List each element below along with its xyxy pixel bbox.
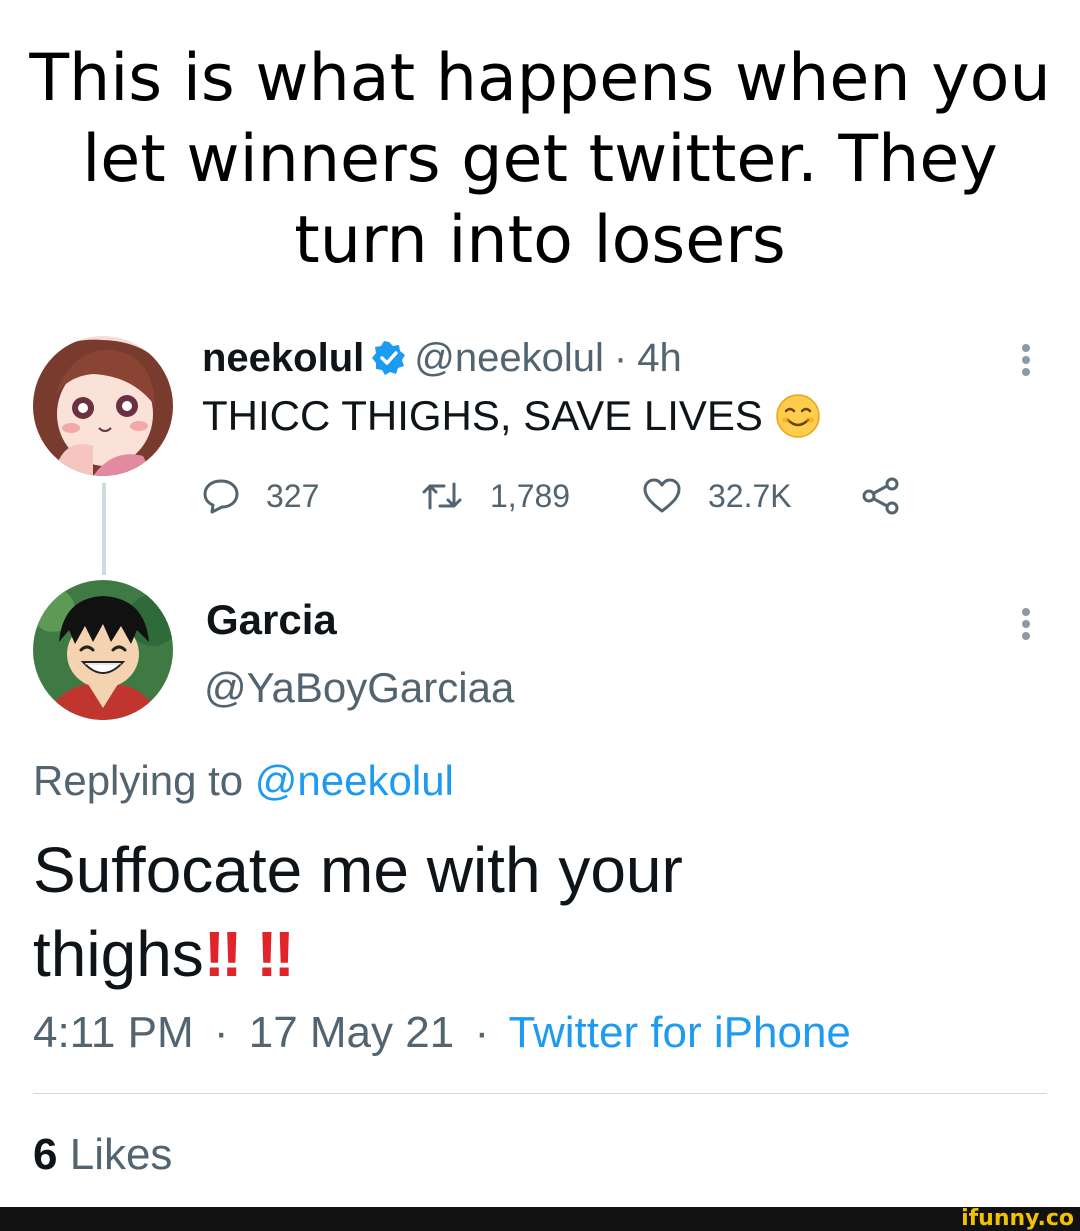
retweet-action[interactable]: 1,789 [420,474,570,518]
heart-icon [643,478,681,513]
tweet1-more-options-icon[interactable] [1020,340,1032,380]
tweet1-time[interactable]: 4h [637,335,682,381]
separator-dot: · [474,1008,490,1057]
share-action[interactable] [860,474,928,518]
like-action[interactable]: 32.7K [642,474,792,518]
tweet2-handle[interactable]: @YaBoyGarciaa [204,664,514,712]
tweet2-display-name[interactable]: Garcia [206,596,337,644]
tweet2-date: 17 May 21 [248,1008,455,1057]
tweet1-action-bar: 327 1,789 32.7K [202,474,922,518]
smiling-face-icon [776,394,820,438]
verified-badge-icon [372,341,406,375]
retweet-icon [422,482,462,510]
ifunny-watermark: ifunny.co [961,1206,1074,1231]
avatar-neekolul[interactable] [33,336,173,476]
replying-to-handle-link[interactable]: @neekolul [255,757,454,804]
reply-count: 327 [266,477,320,514]
avatar-garcia[interactable] [33,580,173,720]
anime-boy-avatar-icon [33,580,173,720]
tweet1-display-name[interactable]: neekolul [202,335,364,381]
tweet2-likes-summary[interactable]: 6 Likes [33,1130,172,1180]
reply-action[interactable]: 327 [202,474,319,518]
tweet1-text-row: THICC THIGHS, SAVE LIVES [202,392,821,440]
separator-dot: · [213,1008,229,1057]
double-exclamation-icon: ‼ ‼ [203,918,295,990]
divider [33,1093,1047,1094]
replying-to-line: Replying to @neekolul [33,757,454,805]
tweet1-text: THICC THIGHS, SAVE LIVES [202,392,763,439]
tweet2-text-block: Suffocate me with your thighs‼ ‼ [33,828,793,996]
tweet1-header: neekolul @neekolul · 4h [202,335,682,381]
retweet-count: 1,789 [490,477,571,514]
separator-dot: · [613,336,628,380]
replying-to-label: Replying to [33,757,244,804]
tweet2-more-options-icon[interactable] [1020,604,1032,644]
footer-bar [0,1207,1080,1231]
tweet2-meta: 4:11 PM · 17 May 21 · Twitter for iPhone [33,1008,851,1058]
meme-caption: This is what happens when you let winner… [29,41,1051,278]
tweet2-time: 4:11 PM [33,1008,194,1057]
share-icon [862,477,899,515]
thread-connector-line [102,483,106,575]
tweet2-text: Suffocate me with your thighs [33,834,683,990]
anime-girl-avatar-icon [33,336,173,476]
tweet2-source-link[interactable]: Twitter for iPhone [509,1008,851,1057]
reply-icon [203,479,239,514]
tweet1-handle[interactable]: @neekolul [414,335,604,381]
likes-label: Likes [69,1130,173,1179]
likes-count: 6 [33,1130,58,1179]
like-count: 32.7K [708,477,792,514]
